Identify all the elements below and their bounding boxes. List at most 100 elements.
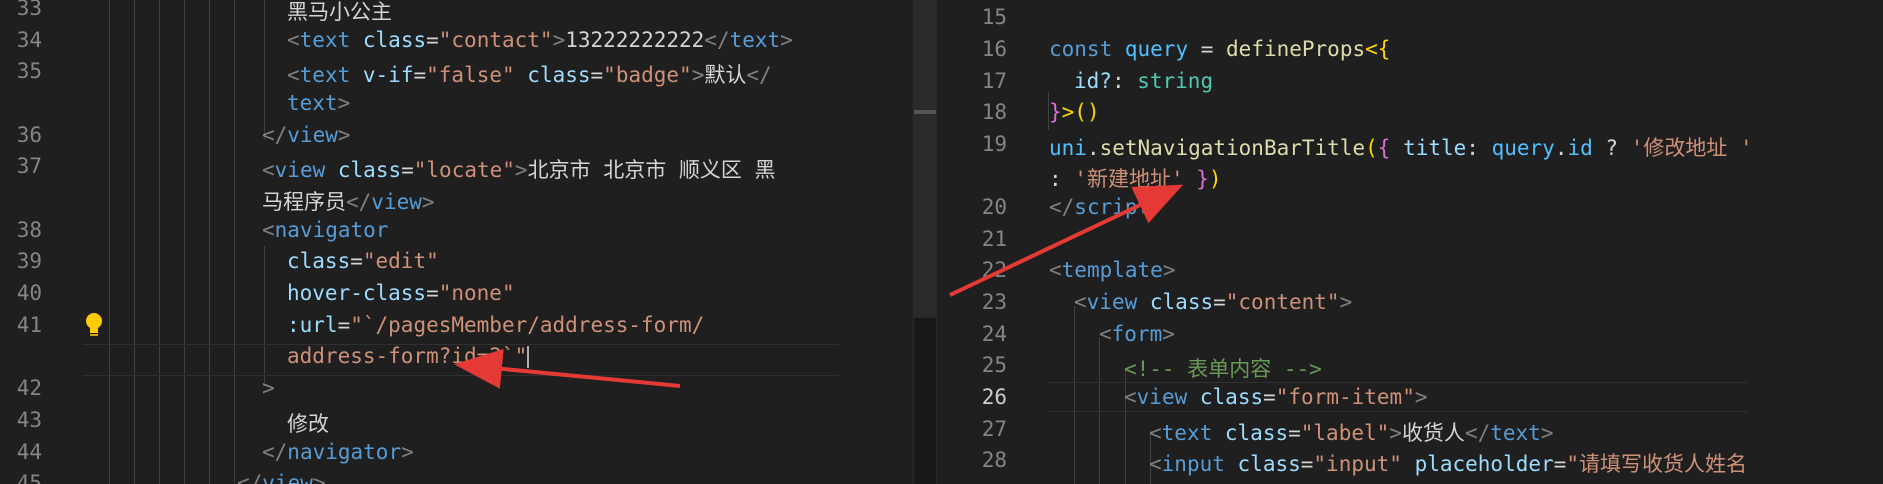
code-line[interactable]: id?: string xyxy=(1074,69,1213,93)
code-line-wrap[interactable]: address-form?id=2`" xyxy=(287,344,530,368)
code-function: setNavigationBarTitle xyxy=(1099,136,1366,160)
line-number: 15 xyxy=(981,5,1007,29)
left-editor-pane[interactable]: 33 34 35 36 37 38 39 40 41 42 43 44 45 黑… xyxy=(0,0,913,484)
code-line[interactable]: <!-- 表单内容 --> xyxy=(1124,353,1322,383)
attr-value: "input" xyxy=(1313,452,1402,476)
code-line[interactable]: <template> xyxy=(1049,258,1175,282)
code-line[interactable]: </navigator> xyxy=(262,440,414,464)
attr-value: "locate" xyxy=(413,158,515,182)
code-line[interactable]: </view> xyxy=(237,471,326,484)
code-function: defineProps xyxy=(1226,37,1366,61)
code-line[interactable]: <form> xyxy=(1099,322,1175,346)
line-number: 38 xyxy=(16,218,42,242)
attr-value: "none" xyxy=(438,281,515,305)
code-line[interactable]: </script> xyxy=(1049,195,1163,219)
line-number: 25 xyxy=(981,353,1007,377)
line-number: 21 xyxy=(981,227,1007,251)
code-line[interactable]: <text v-if="false" class="badge">默认</ xyxy=(287,59,772,89)
code-text: text xyxy=(287,91,338,115)
line-number: 18 xyxy=(981,100,1007,124)
code-text: 马程序员 xyxy=(262,190,346,214)
line-number: 36 xyxy=(16,123,42,147)
editor-scrollbar[interactable] xyxy=(913,0,937,484)
line-number: 43 xyxy=(16,408,42,432)
code-line[interactable]: > xyxy=(262,376,275,400)
code-line[interactable]: <input class="input" placeholder="请填写收货人… xyxy=(1149,448,1747,478)
attr-value: "请填写收货人姓名 xyxy=(1566,452,1747,476)
code-text: 黑马小公主 xyxy=(287,0,392,24)
code-property: title xyxy=(1403,136,1467,160)
line-number: 20 xyxy=(981,195,1007,219)
line-number: 44 xyxy=(16,440,42,464)
code-line[interactable]: const query = defineProps<{ xyxy=(1049,37,1390,61)
code-line[interactable]: <view class="locate">北京市 北京市 顺义区 黑 xyxy=(262,154,776,184)
code-line[interactable]: <text class="contact">13222222222</text> xyxy=(287,28,793,52)
line-number: 34 xyxy=(16,28,42,52)
line-number: 19 xyxy=(981,132,1007,156)
code-line[interactable]: 黑马小公主 xyxy=(287,0,392,26)
right-editor-pane[interactable]: 15 16 17 18 19 20 21 22 23 24 25 26 27 2… xyxy=(937,0,1883,484)
code-line[interactable]: hover-class="none" xyxy=(287,281,515,305)
code-line-wrap[interactable]: 马程序员</view> xyxy=(262,186,435,216)
code-line[interactable]: </view> xyxy=(262,123,351,147)
code-line[interactable]: <text class="label">收货人</text> xyxy=(1149,417,1553,447)
attr-value: "badge" xyxy=(603,63,692,87)
line-number: 27 xyxy=(981,417,1007,441)
code-line-wrap[interactable]: : '新建地址' }) xyxy=(1049,163,1222,193)
line-number: 40 xyxy=(16,281,42,305)
code-variable: query xyxy=(1124,37,1189,61)
indent-guide xyxy=(209,0,210,484)
code-text: 13222222222 xyxy=(565,28,705,52)
code-line[interactable]: <navigator xyxy=(262,218,388,242)
code-line-wrap[interactable]: text> xyxy=(287,91,350,115)
line-number: 41 xyxy=(16,313,42,337)
code-comment: <!-- 表单内容 --> xyxy=(1124,357,1322,381)
indent-guide xyxy=(234,0,235,484)
code-line[interactable]: :url="`/pagesMember/address-form/ xyxy=(287,313,704,337)
line-number: 17 xyxy=(981,69,1007,93)
line-number: 24 xyxy=(981,322,1007,346)
line-number-active: 26 xyxy=(981,385,1007,409)
attr-value: address-form?id=2`" xyxy=(287,344,528,368)
attr-value: "edit" xyxy=(362,249,439,273)
attr-value: "form-item" xyxy=(1275,385,1415,409)
line-number: 37 xyxy=(16,154,42,178)
code-line[interactable]: <view class="form-item"> xyxy=(1124,385,1428,409)
code-line[interactable]: <view class="content"> xyxy=(1074,290,1352,314)
line-number: 22 xyxy=(981,258,1007,282)
code-text: 默认 xyxy=(704,63,747,87)
scrollbar-marker xyxy=(914,110,936,114)
indent-guide xyxy=(134,0,135,484)
indent-guide xyxy=(109,0,110,484)
code-type: string xyxy=(1137,69,1214,93)
scrollbar-thumb[interactable] xyxy=(914,0,936,318)
line-number: 45 xyxy=(16,471,42,484)
code-variable: query xyxy=(1491,136,1555,160)
code-string: '新建地址' xyxy=(1074,167,1184,191)
attr-value: "label" xyxy=(1300,421,1390,445)
code-variable: uni xyxy=(1049,136,1087,160)
attr-value: "`/pagesMember/address-form/ xyxy=(350,313,705,337)
code-property: id? xyxy=(1074,69,1112,93)
indent-guide xyxy=(264,0,265,140)
code-line[interactable]: class="edit" xyxy=(287,249,439,273)
text-cursor xyxy=(527,346,530,368)
line-number: 28 xyxy=(981,448,1007,472)
line-number: 39 xyxy=(16,249,42,273)
attr-value: "false" xyxy=(426,63,515,87)
attr-value: "contact" xyxy=(438,28,553,52)
line-number: 42 xyxy=(16,376,42,400)
code-text: 收货人 xyxy=(1401,421,1465,445)
lightbulb-icon[interactable] xyxy=(83,311,105,341)
code-line[interactable]: uni.setNavigationBarTitle({ title: query… xyxy=(1049,132,1753,162)
code-text: 北京市 北京市 顺义区 黑 xyxy=(527,158,776,182)
attr-value: "content" xyxy=(1225,290,1340,314)
code-text: 修改 xyxy=(287,412,329,436)
indent-guide xyxy=(184,0,185,484)
code-string: '修改地址 ' xyxy=(1630,136,1753,160)
line-number: 33 xyxy=(16,0,42,20)
code-line[interactable]: 修改 xyxy=(287,408,329,438)
code-line[interactable]: }>() xyxy=(1049,100,1100,124)
indent-guide xyxy=(159,0,160,484)
line-number: 35 xyxy=(16,59,42,83)
